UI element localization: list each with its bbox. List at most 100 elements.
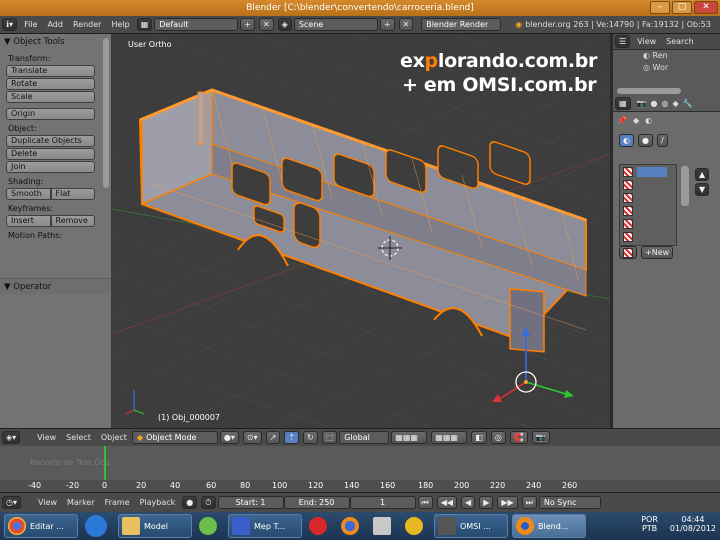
texture-list-scrollbar[interactable] <box>681 166 689 206</box>
object-context-icon[interactable]: ◆ <box>673 99 679 108</box>
texture-slot[interactable] <box>620 204 676 217</box>
manipulator-toggle-icon[interactable]: ↗ <box>265 431 281 444</box>
play-reverse-icon[interactable]: ◀ <box>461 496 476 509</box>
view-menu[interactable]: View <box>32 433 61 442</box>
scale-manipulator-icon[interactable]: ⬚ <box>321 431 338 444</box>
delete-button[interactable]: Delete <box>6 148 95 160</box>
texture-browse-icon[interactable] <box>619 246 637 259</box>
new-texture-button[interactable]: + New <box>641 246 674 259</box>
3d-view-editor-icon[interactable]: ◈▾ <box>2 431 21 444</box>
outliner-scrollbar[interactable] <box>617 88 681 94</box>
layers-row-2-icon[interactable]: ▦▦▦ <box>431 431 468 444</box>
end-frame-field[interactable]: End: 250 <box>283 496 350 509</box>
jump-end-icon[interactable]: ⏭ <box>521 496 537 509</box>
render-layer-icon[interactable]: ◧ <box>471 431 487 444</box>
maximize-button[interactable]: □ <box>672 1 692 14</box>
outliner-search-menu[interactable]: Search <box>661 37 698 46</box>
timeline-editor-icon[interactable]: ◷▾ <box>2 496 21 509</box>
transform-orientation-select[interactable]: Global <box>339 431 390 444</box>
taskbar-opera[interactable] <box>306 514 334 538</box>
menu-add[interactable]: Add <box>42 20 68 29</box>
menu-render[interactable]: Render <box>68 20 106 29</box>
clock[interactable]: 04:44 01/08/2012 <box>670 515 716 533</box>
texture-slot[interactable] <box>620 191 676 204</box>
next-keyframe-icon[interactable]: ▶▶ <box>497 496 518 509</box>
origin-button[interactable]: Origin <box>6 108 95 120</box>
texture-slot[interactable] <box>620 165 676 178</box>
taskbar-blender[interactable]: Blend... <box>512 514 586 538</box>
insert-keyframe-button[interactable]: Insert <box>6 215 51 227</box>
rotate-button[interactable]: Rotate <box>6 78 95 90</box>
jump-start-icon[interactable]: ⏮ <box>417 496 433 509</box>
duplicate-objects-button[interactable]: Duplicate Objects <box>6 135 95 147</box>
scene-context-icon[interactable]: ● <box>651 99 658 108</box>
select-menu[interactable]: Select <box>61 433 96 442</box>
taskbar-app-green[interactable] <box>196 514 224 538</box>
playback-menu[interactable]: Playback <box>135 498 181 507</box>
smooth-button[interactable]: Smooth <box>6 188 51 200</box>
current-frame-field[interactable]: 1 <box>349 496 416 509</box>
record-icon[interactable]: ● <box>182 496 198 509</box>
timeline-area[interactable]: Recorte de Tela Ocu -40 -20 0 20 40 60 8… <box>0 446 720 492</box>
outliner-item-render[interactable]: ◐ Ren <box>613 50 720 62</box>
3d-viewport[interactable]: User Ortho (1) Obj_000007 explorando.com… <box>112 34 610 428</box>
object-tools-header[interactable]: ▼ Object Tools <box>0 34 111 50</box>
texture-slot[interactable] <box>620 217 676 230</box>
menu-file[interactable]: File <box>19 20 42 29</box>
scene-field[interactable]: Scene <box>293 18 378 31</box>
mode-select[interactable]: ◆ Object Mode <box>131 431 218 444</box>
pivot-point-icon[interactable]: ⊙▾ <box>242 431 262 444</box>
proportional-edit-icon[interactable]: ◎ <box>490 431 506 444</box>
remove-keyframe-button[interactable]: Remove <box>50 215 95 227</box>
move-up-icon[interactable]: ▲ <box>695 168 710 181</box>
modifier-context-icon[interactable]: 🔧 <box>683 99 693 108</box>
taskbar-mep[interactable]: Mep T... <box>228 514 302 538</box>
remove-layout-icon[interactable]: ✕ <box>258 18 274 31</box>
add-layout-icon[interactable]: + <box>240 18 255 31</box>
texture-slot-list[interactable] <box>619 164 677 246</box>
taskbar-firefox[interactable] <box>338 514 366 538</box>
prev-keyframe-icon[interactable]: ◀◀ <box>436 496 458 509</box>
taskbar-ie[interactable] <box>82 514 114 538</box>
taskbar-network[interactable] <box>370 514 398 538</box>
flat-button[interactable]: Flat <box>50 188 95 200</box>
outliner-item-world[interactable]: ◎ Wor <box>613 62 720 74</box>
screen-layout-icon[interactable]: ▦ <box>136 18 153 31</box>
outliner-editor-icon[interactable]: ☰ <box>615 35 631 48</box>
close-button[interactable]: ✕ <box>694 1 718 14</box>
screen-layout-field[interactable]: Default <box>154 18 239 31</box>
start-frame-field[interactable]: Start: 1 <box>217 496 284 509</box>
taskbar-yellow-app[interactable] <box>402 514 430 538</box>
editor-type-icon[interactable]: ℹ▾ <box>2 18 18 31</box>
object-menu[interactable]: Object <box>96 433 132 442</box>
material-texture-tab[interactable]: ● <box>637 134 653 147</box>
scale-button[interactable]: Scale <box>6 91 95 103</box>
taskbar-omsi[interactable]: OMSI ... <box>434 514 508 538</box>
texture-slot[interactable] <box>620 178 676 191</box>
viewport-shading-icon[interactable]: ●▾ <box>219 431 239 444</box>
brush-texture-tab[interactable]: / <box>656 134 668 147</box>
language-indicator[interactable]: POR PTB <box>641 515 658 533</box>
play-icon[interactable]: ▶ <box>479 496 494 509</box>
texture-slot[interactable] <box>620 230 676 243</box>
rotate-manipulator-icon[interactable]: ↻ <box>303 431 318 444</box>
move-down-icon[interactable]: ▼ <box>695 183 710 196</box>
layers-row-1-icon[interactable]: ▦▦▦ <box>391 431 428 444</box>
render-engine-select[interactable]: Blender Render <box>421 18 502 31</box>
world-texture-tab[interactable]: ◐ <box>619 134 634 147</box>
operator-panel-header[interactable]: ▼ Operator <box>0 278 111 294</box>
join-button[interactable]: Join <box>6 161 95 173</box>
marker-menu[interactable]: Marker <box>62 498 100 507</box>
toolshelf-scrollbar[interactable] <box>103 38 109 188</box>
preview-range-icon[interactable]: ⏱ <box>201 496 216 509</box>
taskbar-chrome[interactable]: Editar ... <box>4 514 78 538</box>
pin-icon[interactable]: 📌 <box>617 116 627 125</box>
snap-icon[interactable]: 🧲 <box>509 431 528 444</box>
frame-menu[interactable]: Frame <box>100 498 135 507</box>
world-context-icon[interactable]: ◍ <box>662 99 669 108</box>
bus-mesh[interactable] <box>138 88 587 353</box>
add-scene-icon[interactable]: + <box>379 18 395 31</box>
taskbar-folder[interactable]: Model <box>118 514 192 538</box>
properties-editor-icon[interactable]: ▦ <box>615 97 631 110</box>
remove-scene-icon[interactable]: ✕ <box>398 18 414 31</box>
